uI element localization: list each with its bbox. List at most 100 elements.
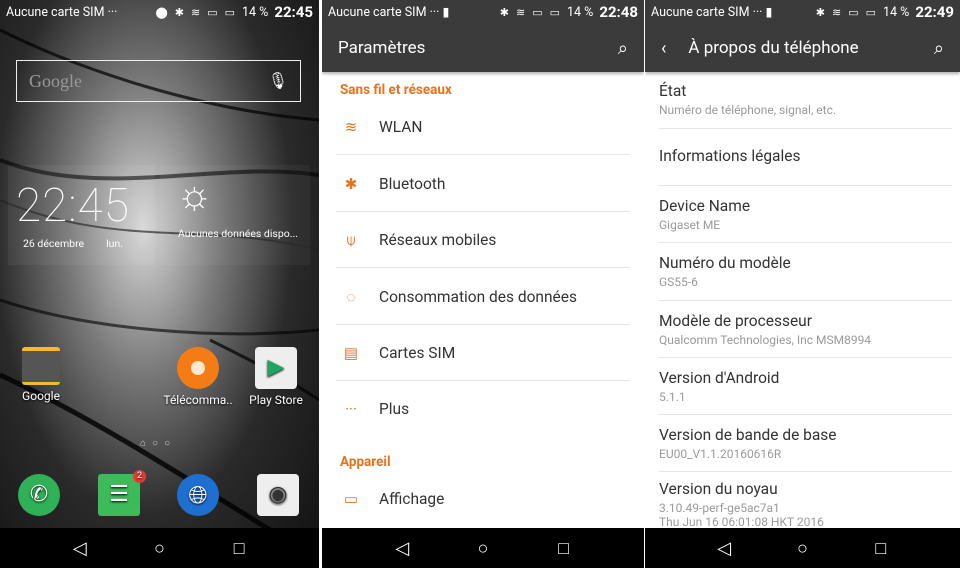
- home-icon[interactable]: ○: [144, 538, 174, 559]
- section-header: Sans fil et réseaux: [340, 82, 452, 98]
- location-icon: ⬤: [155, 5, 168, 19]
- settings-item-bluetooth[interactable]: ✱ Bluetooth: [336, 156, 630, 212]
- home-icon[interactable]: ○: [468, 538, 498, 559]
- sim-icon: ▭: [848, 5, 859, 19]
- remote-icon: [177, 347, 219, 389]
- about-item-baseband[interactable]: Version de bande de base EU00_V1.1.201606…: [659, 426, 952, 472]
- settings-item-sim-cards[interactable]: ▤ Cartes SIM: [336, 325, 630, 381]
- search-icon[interactable]: ⌕: [934, 38, 944, 59]
- battery-percent: 14 %: [567, 4, 594, 20]
- wifi-icon: ≋: [344, 117, 358, 136]
- app-bar: ‹ À propos du téléphone ⌕: [645, 24, 960, 72]
- bluetooth-icon: ✱: [174, 5, 184, 19]
- page-indicator: ⌂○○: [140, 438, 177, 449]
- battery-icon: ▭: [549, 5, 561, 19]
- about-item-legal[interactable]: Informations légales: [659, 129, 952, 186]
- sim-icon: ▭: [532, 5, 543, 19]
- settings-item-display[interactable]: ▭ Affichage: [336, 471, 630, 527]
- keyhole-icon: ▮: [442, 5, 450, 20]
- settings-item-wlan[interactable]: ≋ WLAN: [336, 99, 630, 155]
- about-phone-screen: Aucune carte SIM ··· ▮ ✱ ≋ ▭ ▭ 14 % 22:4…: [645, 0, 960, 568]
- phone-icon: ✆: [18, 474, 60, 516]
- app-label: Télécomma..: [163, 393, 233, 407]
- page-title: À propos du téléphone: [688, 38, 859, 58]
- data-usage-icon: ◌: [346, 287, 356, 306]
- status-time: 22:48: [599, 3, 638, 21]
- battery-percent: 14 %: [883, 4, 910, 20]
- about-item-device-name[interactable]: Device Name Gigaset ME: [659, 197, 952, 243]
- back-icon[interactable]: ◁: [387, 538, 417, 559]
- recents-icon[interactable]: □: [224, 538, 254, 559]
- home-screen: Aucune carte SIM ··· ⬤ ✱ ≋ ▭ ▭ 14 % 22:4…: [0, 0, 319, 568]
- dock-phone[interactable]: ✆: [4, 474, 74, 520]
- battery-icon: ▭: [224, 5, 236, 19]
- bluetooth-icon: ✱: [815, 5, 825, 19]
- back-arrow-icon[interactable]: ‹: [661, 38, 666, 59]
- status-time: 22:45: [274, 3, 313, 21]
- sun-icon: ☼: [176, 171, 213, 218]
- page-title: Paramètres: [338, 38, 426, 58]
- wifi-icon: ≋: [832, 5, 842, 19]
- dock-messages[interactable]: ☰ 2: [84, 470, 154, 520]
- status-bar: Aucune carte SIM ··· ▮ ✱ ≋ ▭ ▭ 14 % 22:4…: [322, 0, 644, 24]
- home-icon[interactable]: ○: [787, 538, 817, 559]
- app-google-folder[interactable]: Google: [6, 347, 76, 403]
- play-store-icon: ▶: [255, 347, 297, 389]
- settings-item-data-usage[interactable]: ◌ Consommation des données: [336, 269, 630, 325]
- weather-widget[interactable]: ☼ Aucunes données dispo...: [160, 165, 310, 265]
- bluetooth-icon: ✱: [499, 5, 509, 19]
- battery-percent: 14 %: [242, 4, 269, 20]
- clock-widget[interactable]: 22:45 26 décembre lun.: [8, 165, 155, 265]
- back-icon[interactable]: ◁: [709, 538, 739, 559]
- app-bar: Paramètres ⌕: [322, 24, 644, 72]
- navigation-bar: ◁ ○ □: [322, 528, 644, 568]
- clock-day: lun.: [106, 237, 124, 250]
- carrier-text: Aucune carte SIM ··· ▮: [328, 5, 450, 20]
- google-search-bar[interactable]: Google 🎙︎: [16, 60, 301, 102]
- display-icon: ▭: [343, 490, 359, 508]
- sim-icon: ▭: [207, 5, 218, 19]
- app-label: Google: [22, 389, 60, 403]
- antenna-icon: ⍦: [346, 230, 356, 249]
- search-icon[interactable]: ⌕: [618, 38, 628, 59]
- app-label: Play Store: [249, 393, 303, 407]
- carrier-text: Aucune carte SIM ··· ▮: [651, 5, 773, 20]
- recents-icon[interactable]: □: [866, 538, 896, 559]
- status-bar: Aucune carte SIM ··· ⬤ ✱ ≋ ▭ ▭ 14 % 22:4…: [0, 0, 319, 24]
- dock-camera[interactable]: ◉: [243, 474, 313, 520]
- app-play-store[interactable]: ▶ Play Store: [241, 347, 311, 407]
- sim-icon: ▤: [343, 343, 359, 362]
- navigation-bar: ◁ ○ □: [645, 528, 960, 568]
- microphone-icon[interactable]: 🎙︎: [268, 71, 288, 91]
- more-icon: ···: [345, 400, 357, 418]
- keyhole-icon: ▮: [765, 5, 773, 20]
- navigation-bar: ◁ ○ □: [0, 528, 319, 568]
- dock-browser[interactable]: 🌐︎: [163, 474, 233, 520]
- status-bar: Aucune carte SIM ··· ▮ ✱ ≋ ▭ ▭ 14 % 22:4…: [645, 0, 960, 24]
- about-item-state[interactable]: État Numéro de téléphone, signal, etc.: [659, 82, 952, 129]
- google-logo: Google: [29, 70, 82, 91]
- back-icon[interactable]: ◁: [65, 538, 95, 559]
- clock-time: 22:45: [16, 179, 130, 233]
- globe-icon: 🌐︎: [177, 474, 219, 516]
- recents-icon[interactable]: □: [549, 538, 579, 559]
- folder-icon: [22, 347, 60, 385]
- about-item-processor[interactable]: Modèle de processeur Qualcomm Technologie…: [659, 312, 952, 358]
- camera-icon: ◉: [257, 474, 299, 516]
- about-item-android-version[interactable]: Version d'Android 5.1.1: [659, 369, 952, 415]
- clock-date: 26 décembre: [23, 237, 85, 250]
- app-telecommande[interactable]: Télécomma..: [163, 347, 233, 407]
- status-time: 22:49: [915, 3, 954, 21]
- wifi-icon: ≋: [191, 5, 201, 19]
- settings-screen: Aucune carte SIM ··· ▮ ✱ ≋ ▭ ▭ 14 % 22:4…: [322, 0, 644, 568]
- weather-text: Aucunes données dispo...: [178, 227, 299, 240]
- unread-badge: 2: [133, 470, 146, 483]
- settings-item-mobile-networks[interactable]: ⍦ Réseaux mobiles: [336, 212, 630, 268]
- about-item-model-number[interactable]: Numéro du modèle GS55-6: [659, 254, 952, 301]
- bluetooth-icon: ✱: [344, 174, 358, 193]
- carrier-text: Aucune carte SIM ···: [6, 4, 118, 20]
- battery-icon: ▭: [865, 5, 877, 19]
- settings-item-more[interactable]: ··· Plus: [336, 381, 630, 437]
- section-header: Appareil: [340, 454, 391, 470]
- wifi-icon: ≋: [516, 5, 526, 19]
